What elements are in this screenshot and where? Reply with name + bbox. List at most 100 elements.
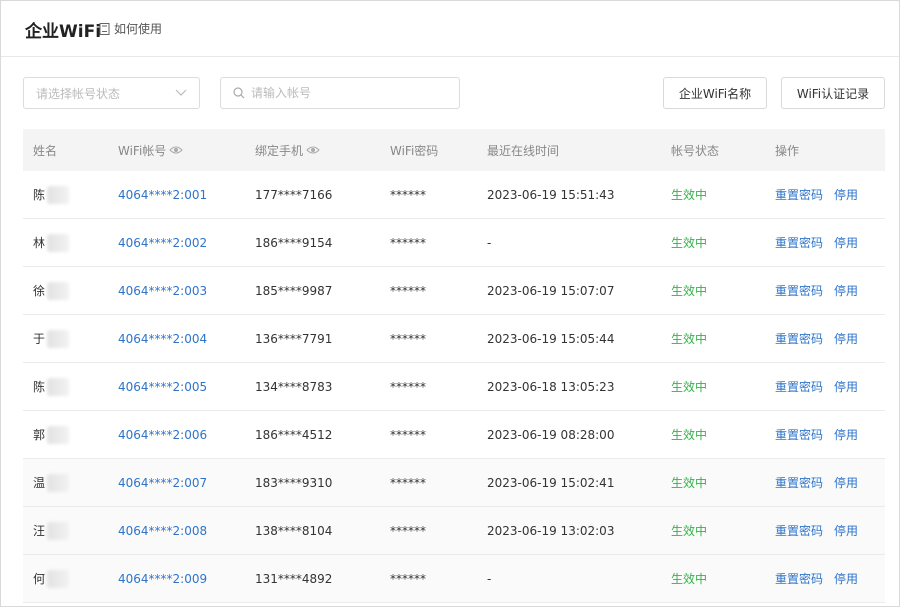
cell-last-online: 2023-06-19 13:02:03 — [487, 523, 615, 538]
cell-password: ****** — [390, 379, 426, 394]
help-link[interactable]: 如何使用 — [99, 20, 162, 37]
cell-password: ****** — [390, 523, 426, 538]
cell-account-link[interactable]: 4064****2:006 — [118, 428, 207, 442]
search-input[interactable] — [251, 86, 441, 100]
cell-password: ****** — [390, 187, 426, 202]
app-window: 企业WiFi 如何使用 请选择帐号状态 企业WiFi名称 WiFi认证记录 姓名… — [0, 0, 900, 607]
table-row: 林 4064****2:002 186****9154 ****** - 生效中 重置密码停… — [23, 219, 885, 267]
header-account-label: WiFi帐号 — [118, 143, 167, 158]
cell-status: 生效中 — [671, 236, 708, 250]
cell-phone: 185****9987 — [255, 283, 333, 298]
reset-password-link[interactable]: 重置密码 — [775, 474, 823, 491]
disable-link[interactable]: 停用 — [834, 378, 858, 395]
cell-account-link[interactable]: 4064****2:008 — [118, 524, 207, 538]
cell-status: 生效中 — [671, 284, 708, 298]
header-name: 姓名 — [33, 143, 58, 158]
cell-actions: 重置密码 停用 — [775, 522, 869, 539]
redacted-mask — [47, 281, 70, 300]
cell-last-online: - — [487, 235, 492, 250]
cell-name: 陈 — [33, 185, 70, 204]
page-title: 企业WiFi — [25, 22, 102, 42]
reset-password-link[interactable]: 重置密码 — [775, 378, 823, 395]
disable-link[interactable]: 停用 — [834, 474, 858, 491]
cell-status: 生效中 — [671, 380, 708, 394]
cell-phone: 138****8104 — [255, 523, 333, 538]
chevron-down-icon — [175, 89, 187, 96]
disable-link[interactable]: 停用 — [834, 426, 858, 443]
status-select[interactable]: 请选择帐号状态 — [23, 77, 200, 109]
table-row: 郭 4064****2:006 186****4512 ****** 2023-06-1… — [23, 411, 885, 459]
cell-account-link[interactable]: 4064****2:001 — [118, 188, 207, 202]
cell-actions: 重置密码 停用 — [775, 426, 869, 443]
cell-last-online: 2023-06-19 15:51:43 — [487, 187, 615, 202]
disable-link[interactable]: 停用 — [834, 522, 858, 539]
cell-actions: 重置密码 停用 — [775, 378, 869, 395]
auth-log-button[interactable]: WiFi认证记录 — [781, 77, 885, 109]
header-actions: 操作 — [775, 143, 800, 158]
cell-last-online: 2023-06-18 13:05:23 — [487, 379, 615, 394]
help-label: 如何使用 — [114, 22, 163, 36]
cell-actions: 重置密码 停用 — [775, 234, 869, 251]
cell-password: ****** — [390, 475, 426, 490]
document-icon — [99, 22, 110, 35]
search-box[interactable] — [220, 77, 460, 109]
wifi-name-button[interactable]: 企业WiFi名称 — [663, 77, 767, 109]
redacted-mask — [47, 569, 70, 588]
cell-name: 汪 — [33, 521, 70, 540]
cell-name: 何 — [33, 569, 70, 588]
cell-last-online: 2023-06-19 15:05:44 — [487, 331, 615, 346]
search-icon — [233, 87, 245, 99]
disable-link[interactable]: 停用 — [834, 570, 858, 587]
reset-password-link[interactable]: 重置密码 — [775, 282, 823, 299]
cell-name: 林 — [33, 233, 70, 252]
name-text: 于 — [33, 332, 46, 346]
page-header: 企业WiFi 如何使用 — [1, 1, 899, 57]
table-row: 徐 4064****2:003 185****9987 ****** 2023-06-1… — [23, 267, 885, 315]
disable-link[interactable]: 停用 — [834, 234, 858, 251]
cell-last-online: 2023-06-19 08:28:00 — [487, 427, 615, 442]
header-password: WiFi密码 — [390, 143, 439, 158]
cell-phone: 186****9154 — [255, 235, 333, 250]
cell-password: ****** — [390, 283, 426, 298]
cell-phone: 136****7791 — [255, 331, 333, 346]
redacted-mask — [47, 425, 70, 444]
redacted-mask — [47, 329, 70, 348]
cell-status: 生效中 — [671, 428, 708, 442]
table-header: 姓名 WiFi帐号 绑定手机 WiFi密码 最近在线时间 帐号状态 操作 — [23, 129, 885, 171]
cell-account-link[interactable]: 4064****2:004 — [118, 332, 207, 346]
cell-name: 温 — [33, 473, 70, 492]
name-text: 陈 — [33, 188, 46, 202]
cell-account-link[interactable]: 4064****2:007 — [118, 476, 207, 490]
cell-name: 于 — [33, 329, 70, 348]
disable-link[interactable]: 停用 — [834, 282, 858, 299]
cell-name: 陈 — [33, 377, 70, 396]
reset-password-link[interactable]: 重置密码 — [775, 330, 823, 347]
table-row: 陈 4064****2:005 134****8783 ****** 2023-06-1… — [23, 363, 885, 411]
disable-link[interactable]: 停用 — [834, 186, 858, 203]
redacted-mask — [47, 473, 70, 492]
eye-icon[interactable] — [306, 145, 320, 155]
reset-password-link[interactable]: 重置密码 — [775, 234, 823, 251]
cell-account-link[interactable]: 4064****2:009 — [118, 572, 207, 586]
cell-account-link[interactable]: 4064****2:003 — [118, 284, 207, 298]
name-text: 徐 — [33, 284, 46, 298]
table-row: 于 4064****2:004 136****7791 ****** 2023-06-1… — [23, 315, 885, 363]
cell-actions: 重置密码 停用 — [775, 570, 869, 587]
reset-password-link[interactable]: 重置密码 — [775, 186, 823, 203]
table-row: 温 4064****2:007 183****9310 ****** 2023-06-1… — [23, 459, 885, 507]
cell-last-online: 2023-06-19 15:02:41 — [487, 475, 615, 490]
eye-icon[interactable] — [169, 145, 184, 155]
disable-link[interactable]: 停用 — [834, 330, 858, 347]
cell-actions: 重置密码 停用 — [775, 186, 869, 203]
reset-password-link[interactable]: 重置密码 — [775, 426, 823, 443]
cell-actions: 重置密码 停用 — [775, 330, 869, 347]
cell-status: 生效中 — [671, 476, 708, 490]
table-body: 陈 4064****2:001 177****7166 ****** 2023-06-1… — [23, 171, 885, 603]
cell-account-link[interactable]: 4064****2:005 — [118, 380, 207, 394]
cell-account-link[interactable]: 4064****2:002 — [118, 236, 207, 250]
cell-password: ****** — [390, 571, 426, 586]
reset-password-link[interactable]: 重置密码 — [775, 570, 823, 587]
reset-password-link[interactable]: 重置密码 — [775, 522, 823, 539]
name-text: 陈 — [33, 380, 46, 394]
cell-phone: 131****4892 — [255, 571, 333, 586]
